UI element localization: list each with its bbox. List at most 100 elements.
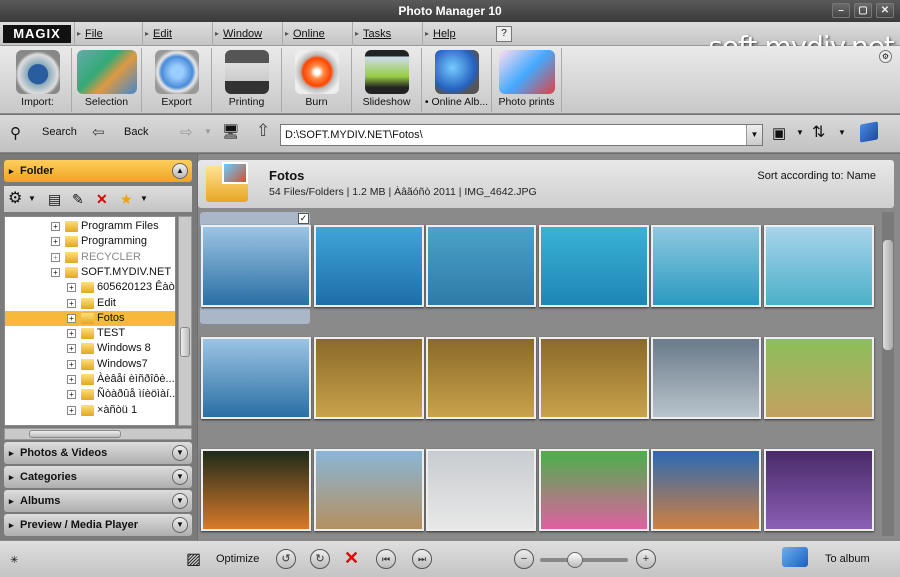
- to-album-label[interactable]: To album: [825, 553, 870, 565]
- tree-scroll-thumb[interactable]: [180, 327, 190, 357]
- photo-thumbnail[interactable]: [538, 337, 649, 419]
- menu-file[interactable]: File: [74, 22, 142, 46]
- expand-icon[interactable]: ▼: [172, 517, 188, 533]
- menu-help[interactable]: Help: [422, 22, 492, 46]
- photo-thumbnail[interactable]: [763, 337, 874, 419]
- expand-toggle-icon[interactable]: +: [51, 222, 60, 231]
- tree-item[interactable]: + Windows 8: [5, 341, 175, 356]
- expand-toggle-icon[interactable]: +: [67, 359, 76, 369]
- photos-videos-section[interactable]: Photos & Videos ▼: [4, 442, 192, 464]
- menu-window[interactable]: Window: [212, 22, 282, 46]
- photo-thumbnail[interactable]: [426, 337, 536, 419]
- photo-thumbnail[interactable]: [763, 225, 874, 307]
- photo-thumbnail[interactable]: [313, 449, 424, 531]
- photo-thumbnail[interactable]: [201, 337, 311, 419]
- photo-thumbnail[interactable]: [538, 225, 649, 307]
- printing-button[interactable]: Printing: [212, 48, 282, 112]
- photo-thumbnail[interactable]: [313, 337, 424, 419]
- photo-thumbnail[interactable]: [538, 449, 649, 531]
- select-checkbox[interactable]: ✓: [298, 213, 309, 224]
- help-context-icon[interactable]: ?: [496, 26, 512, 42]
- to-album-icon[interactable]: [782, 547, 808, 567]
- expand-icon[interactable]: ▼: [172, 445, 188, 461]
- maximize-button[interactable]: ▢: [854, 3, 872, 18]
- photo-thumbnail[interactable]: [763, 449, 874, 531]
- rotate-left-icon[interactable]: ↺: [276, 549, 296, 569]
- tree-item[interactable]: + SOFT.MYDIV.NET: [5, 265, 175, 280]
- search-icon[interactable]: ⚲: [10, 124, 21, 142]
- back-arrow-icon[interactable]: ⇦: [92, 123, 105, 141]
- search-label[interactable]: Search: [42, 126, 77, 138]
- tree-item[interactable]: + RECYCLER: [5, 250, 175, 265]
- tree-item[interactable]: + Fotos: [5, 310, 175, 326]
- tree-item[interactable]: + Àèâåí èìñðîôè...: [5, 372, 175, 387]
- favorite-dropdown-icon[interactable]: ▼: [140, 190, 148, 208]
- online-album-button[interactable]: • Online Alb...: [422, 48, 492, 112]
- expand-toggle-icon[interactable]: +: [67, 344, 76, 354]
- tree-item[interactable]: + Windows7: [5, 357, 175, 372]
- previous-icon[interactable]: ⏮: [376, 549, 396, 569]
- tree-item[interactable]: + Programming: [5, 234, 175, 249]
- grid-scrollbar[interactable]: [882, 212, 894, 536]
- expand-toggle-icon[interactable]: +: [67, 329, 76, 339]
- tree-item[interactable]: + ×àñòü 1: [5, 403, 175, 418]
- burn-button[interactable]: Burn: [282, 48, 352, 112]
- export-button[interactable]: Export: [142, 48, 212, 112]
- delete-icon[interactable]: ✕: [344, 548, 359, 569]
- expand-icon[interactable]: ▼: [172, 469, 188, 485]
- tree-item[interactable]: + Edit: [5, 296, 175, 311]
- next-icon[interactable]: ⏭: [412, 549, 432, 569]
- tree-item[interactable]: +605620123 Êàò...: [5, 280, 175, 295]
- import-button[interactable]: Import:: [4, 48, 72, 112]
- expand-toggle-icon[interactable]: +: [67, 298, 76, 308]
- expand-toggle-icon[interactable]: +: [67, 375, 76, 384]
- tree-hscroll-thumb[interactable]: [29, 430, 121, 438]
- back-label[interactable]: Back: [124, 126, 148, 138]
- expand-toggle-icon[interactable]: +: [67, 283, 76, 293]
- rename-icon[interactable]: ✎: [72, 190, 84, 208]
- menu-edit[interactable]: Edit: [142, 22, 212, 46]
- photo-thumbnail[interactable]: [426, 225, 536, 307]
- expand-toggle-icon[interactable]: +: [51, 237, 60, 247]
- photo-thumbnail[interactable]: [426, 449, 536, 531]
- expand-toggle-icon[interactable]: +: [67, 405, 76, 415]
- sort-icon[interactable]: ⇅: [812, 122, 825, 142]
- menu-online[interactable]: Online: [282, 22, 352, 46]
- book-icon[interactable]: [860, 121, 878, 143]
- path-dropdown-icon[interactable]: ▼: [746, 125, 762, 145]
- photo-thumbnail[interactable]: [651, 449, 761, 531]
- categories-section[interactable]: Categories ▼: [4, 466, 192, 488]
- grid-scroll-thumb[interactable]: [883, 240, 893, 350]
- close-button[interactable]: ✕: [876, 3, 894, 18]
- gear-dropdown-icon[interactable]: ▼: [28, 190, 36, 208]
- folder-tree[interactable]: + Programm Files + Programming + RECYCLER + SOF…: [4, 216, 176, 426]
- favorite-star-icon[interactable]: ★: [120, 190, 133, 208]
- expand-toggle-icon[interactable]: +: [51, 267, 60, 277]
- photo-thumbnail[interactable]: [201, 225, 311, 307]
- sort-dropdown-icon[interactable]: ▼: [838, 128, 846, 137]
- zoom-in-icon[interactable]: +: [636, 549, 656, 569]
- expand-toggle-icon[interactable]: +: [51, 252, 60, 262]
- expand-icon[interactable]: ▼: [172, 493, 188, 509]
- photo-thumbnail[interactable]: [201, 449, 311, 531]
- path-field[interactable]: D:\SOFT.MYDIV.NET\Fotos\ ▼: [280, 124, 763, 146]
- zoom-slider-knob[interactable]: [567, 552, 584, 568]
- selection-button[interactable]: Selection: [72, 48, 142, 112]
- folder-panel-header[interactable]: Folder ▲: [4, 160, 192, 182]
- tree-vertical-scrollbar[interactable]: [178, 216, 192, 426]
- collapse-icon[interactable]: ▲: [172, 163, 188, 179]
- photo-thumbnail[interactable]: [651, 337, 761, 419]
- photo-prints-button[interactable]: Photo prints: [492, 48, 562, 112]
- slideshow-button[interactable]: Slideshow: [352, 48, 422, 112]
- zoom-slider[interactable]: [540, 552, 628, 568]
- up-folder-icon[interactable]: ⇧: [256, 121, 270, 141]
- computer-icon[interactable]: 🖥: [222, 123, 240, 140]
- delete-icon[interactable]: ✕: [96, 190, 108, 208]
- expand-toggle-icon[interactable]: +: [67, 390, 76, 400]
- expand-toggle-icon[interactable]: +: [67, 313, 76, 323]
- tree-horizontal-scrollbar[interactable]: [4, 428, 192, 440]
- preview-media-player-section[interactable]: Preview / Media Player ▼: [4, 514, 192, 536]
- minimize-button[interactable]: –: [832, 3, 850, 18]
- sort-label[interactable]: Sort according to: Name: [757, 170, 876, 182]
- tree-item[interactable]: + Ñòàðûå ìíèöìàí...: [5, 387, 175, 402]
